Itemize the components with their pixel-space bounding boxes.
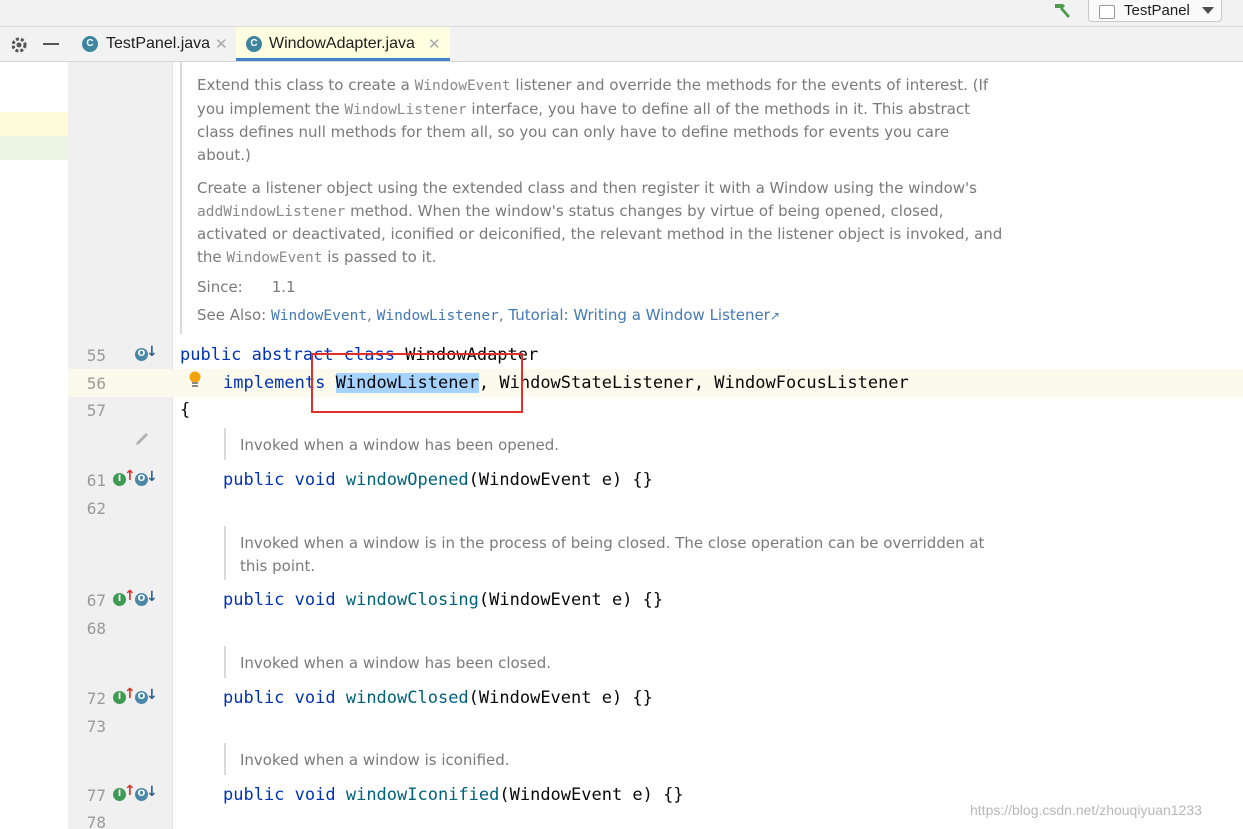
tab-label: TestPanel.java: [106, 35, 211, 52]
editor-tab-bar: C TestPanel.java ✕ C WindowAdapter.java …: [0, 27, 1243, 62]
hammer-icon[interactable]: [1052, 0, 1074, 20]
line-number: 78: [86, 813, 106, 829]
tab-label: WindowAdapter.java: [269, 35, 415, 52]
tutorial-link[interactable]: Tutorial: Writing a Window Listener: [508, 306, 770, 324]
javadoc-method: Invoked when a window has been opened.: [240, 436, 560, 454]
javadoc-method: Invoked when a window is iconified.: [240, 751, 510, 769]
down-arrow-icon: ↓: [146, 589, 158, 605]
javadoc-class: Extend this class to create a WindowEven…: [197, 74, 1037, 327]
pencil-icon[interactable]: [134, 428, 152, 446]
down-arrow-icon: ↓: [146, 469, 158, 485]
tab-windowadapter[interactable]: C WindowAdapter.java ✕: [236, 27, 450, 61]
java-class-icon: C: [246, 36, 262, 52]
see-also-link[interactable]: WindowListener: [377, 308, 499, 324]
external-link-icon: ↗: [769, 308, 780, 323]
javadoc-line: Extend this class to create a WindowEven…: [197, 76, 989, 94]
line-number: 67: [86, 591, 106, 610]
up-arrow-icon: ↑: [124, 686, 136, 702]
line-number: 55: [86, 346, 106, 365]
javadoc-bar: [224, 428, 226, 460]
modified-row-highlight: [0, 136, 68, 160]
project-panel-edge: [0, 62, 68, 829]
javadoc-line: the WindowEvent is passed to it.: [197, 247, 437, 266]
annotation-highlight-box: [311, 353, 523, 413]
run-config-label: TestPanel: [1124, 2, 1190, 19]
method-declaration: public void windowIconified(WindowEvent …: [223, 785, 684, 805]
line-number: 62: [86, 499, 106, 518]
minimize-icon[interactable]: [43, 43, 59, 45]
javadoc-bar: [180, 62, 182, 334]
line-number: 56: [86, 374, 106, 393]
javadoc-line: Create a listener object using the exten…: [197, 179, 977, 197]
code-editor[interactable]: Extend this class to create a WindowEven…: [0, 62, 1243, 829]
run-config-icon: [1099, 5, 1115, 19]
line-number: 72: [86, 689, 106, 708]
java-class-icon: C: [82, 36, 98, 52]
run-configuration-selector[interactable]: TestPanel: [1088, 0, 1222, 22]
method-declaration: public void windowClosing(WindowEvent e)…: [223, 590, 664, 610]
javadoc-see-also: See Also: WindowEvent, WindowListener, T…: [197, 305, 780, 324]
lightbulb-icon[interactable]: [188, 371, 202, 389]
up-arrow-icon: ↑: [124, 783, 136, 799]
close-icon[interactable]: ✕: [428, 35, 441, 53]
javadoc-line: class defines null methods for them all,…: [197, 123, 950, 141]
selected-row-highlight: [0, 112, 68, 136]
up-arrow-icon: ↑: [124, 468, 136, 484]
javadoc-since: Since: 1.1: [197, 278, 296, 296]
line-number: 61: [86, 471, 106, 490]
line-number: 57: [86, 401, 106, 420]
tab-testpanel[interactable]: C TestPanel.java ✕: [82, 27, 232, 61]
down-arrow-icon: ↓: [146, 784, 158, 800]
method-declaration: public void windowOpened(WindowEvent e) …: [223, 470, 653, 490]
line-number: 77: [86, 786, 106, 805]
code-line-57: {: [180, 400, 191, 420]
javadoc-line: activated or deactivated, iconified or d…: [197, 225, 1003, 243]
javadoc-method: Invoked when a window is in the process …: [240, 534, 985, 575]
watermark: https://blog.csdn.net/zhouqiyuan1233: [970, 802, 1202, 818]
down-arrow-icon: ↓: [146, 687, 158, 703]
javadoc-bar: [224, 743, 226, 775]
javadoc-line: you implement the WindowListener interfa…: [197, 99, 971, 118]
line-number: 73: [86, 717, 106, 736]
top-toolbar: TestPanel: [0, 0, 1243, 27]
down-arrow-icon: ↓: [146, 344, 158, 360]
javadoc-line: about.): [197, 145, 251, 164]
close-icon[interactable]: ✕: [215, 35, 228, 53]
javadoc-bar: [224, 526, 226, 580]
editor-gutter: [68, 62, 173, 829]
see-also-link[interactable]: WindowEvent: [271, 308, 367, 324]
method-declaration: public void windowClosed(WindowEvent e) …: [223, 688, 653, 708]
dropdown-arrow-icon: [1202, 7, 1214, 14]
javadoc-bar: [224, 646, 226, 678]
line-number: 68: [86, 619, 106, 638]
javadoc-line: addWindowListener method. When the windo…: [197, 201, 944, 220]
javadoc-method: Invoked when a window has been closed.: [240, 654, 552, 672]
gear-icon[interactable]: [10, 36, 28, 54]
up-arrow-icon: ↑: [124, 588, 136, 604]
